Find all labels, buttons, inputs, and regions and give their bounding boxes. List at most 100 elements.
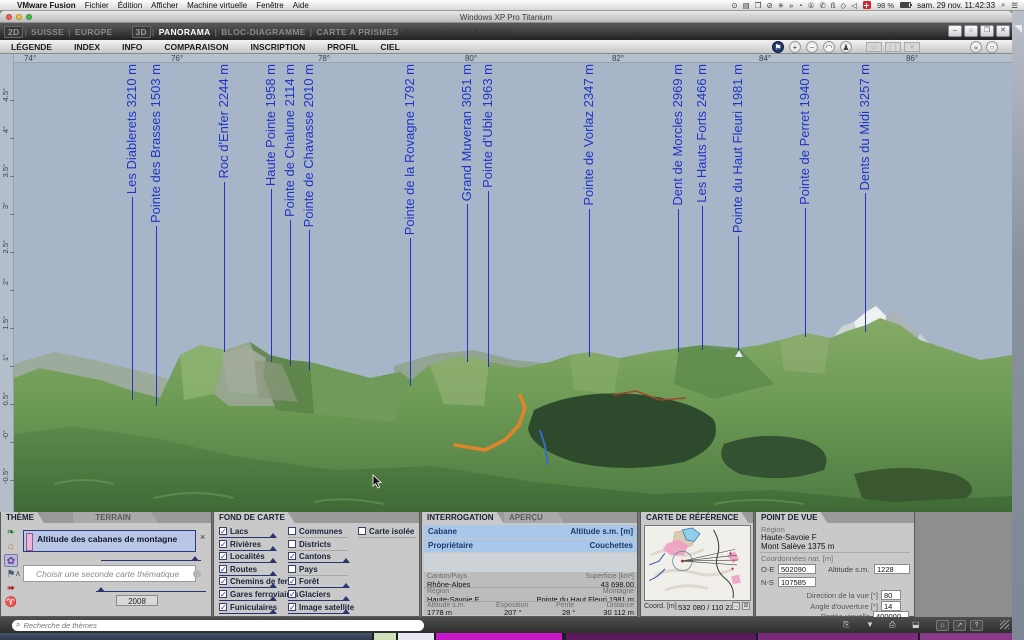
zoom-out-icon[interactable]: − (806, 41, 818, 53)
menu-item-aide[interactable]: Aide (293, 1, 309, 10)
peak-label[interactable]: Pointe de la Rovagne 1792 m (402, 64, 417, 235)
menu-comparaison[interactable]: COMPARAISON (153, 42, 239, 52)
theme-tourism-icon[interactable]: ✿ (4, 554, 18, 567)
dropdown-knob-icon[interactable] (193, 570, 201, 578)
mode-tab-carte-a-prismes[interactable]: CARTE A PRISMES (313, 27, 401, 37)
peak-label[interactable]: Pointe du Haut Fleuri 1981 m (730, 64, 745, 233)
thematic-map-dropdown[interactable]: Altitude des cabanes de montagne (23, 530, 196, 552)
layer-slider-thumb[interactable] (342, 596, 350, 601)
bluetooth-icon[interactable]: ß (831, 1, 836, 10)
layer-opacity-slider[interactable] (288, 550, 348, 551)
keyboard-icon[interactable]: ✳ (778, 1, 784, 10)
ns-field[interactable]: 107585 (778, 577, 816, 587)
checkbox-routes[interactable]: ✓ (219, 565, 227, 573)
layer-opacity-slider[interactable] (219, 537, 275, 538)
direction-field[interactable]: 80 (881, 590, 901, 600)
mode-tab-3d[interactable]: 3D (132, 26, 151, 38)
menu-item-machine-virtuelle[interactable]: Machine virtuelle (187, 1, 247, 10)
layer-slider-thumb[interactable] (269, 596, 277, 601)
time-machine-icon[interactable]: ⊙ (731, 1, 737, 10)
layer-slider-thumb[interactable] (269, 546, 277, 551)
search-input[interactable] (23, 621, 424, 630)
menu-inscription[interactable]: INSCRIPTION (239, 42, 316, 52)
layer-opacity-slider[interactable] (288, 587, 348, 588)
print-icon[interactable]: ⎙ (889, 620, 895, 630)
zoom-in-icon[interactable]: + (789, 41, 801, 53)
tab-theme[interactable]: THÈME (1, 512, 44, 523)
panorama-view[interactable]: 74°76°78°80°82°84°86° 4.5°4°3.5°3°2.5°2°… (0, 54, 1012, 512)
layer-slider-thumb[interactable] (269, 583, 277, 588)
layer-slider-thumb[interactable] (269, 533, 277, 538)
checkbox-carte-isolée[interactable] (358, 527, 366, 535)
input-language-flag-icon[interactable] (863, 1, 871, 9)
reference-minimap[interactable] (644, 525, 751, 601)
open-folder-icon[interactable]: ⎘ (843, 620, 849, 630)
pan-view-icon[interactable]: ◠ (823, 41, 835, 53)
checkbox-forêt[interactable]: ✓ (288, 577, 296, 585)
layer-opacity-slider[interactable] (288, 613, 348, 614)
menu-item-édition[interactable]: Édition (118, 1, 142, 10)
peak-label[interactable]: Les Hauts Forts 2466 m (694, 64, 709, 203)
oe-field[interactable]: 502090 (778, 564, 816, 574)
layer-slider-thumb[interactable] (342, 558, 350, 563)
menubar-clock[interactable]: sam. 29 nov. 11:42:33 (917, 1, 995, 10)
help-icon[interactable]: ? (970, 620, 983, 631)
link-icon[interactable]: ↗ (953, 620, 966, 631)
expand-map-icon[interactable]: ⊞ (742, 602, 750, 610)
theme-nature-icon[interactable]: ♈ (4, 596, 18, 609)
flag-tool-icon[interactable]: ⚑ (772, 41, 784, 53)
input-menu-icon[interactable]: ① (808, 1, 815, 10)
peak-label[interactable]: Pointe d'Uble 1963 m (480, 64, 495, 188)
layout-single-icon[interactable]: ▭ (866, 42, 882, 52)
layer-opacity-slider[interactable] (288, 575, 348, 576)
restore-button[interactable]: ○ (964, 25, 978, 37)
mode-tab-2d[interactable]: 2D (4, 26, 23, 38)
checkbox-chemins-de-fer[interactable]: ✓ (219, 577, 227, 585)
theme-maps-icon[interactable]: ❧ (4, 526, 18, 539)
layout-split-icon[interactable]: ❘❘ (885, 42, 901, 52)
layout-close-icon[interactable]: ✕ (904, 42, 920, 52)
query-header-row[interactable]: Cabane Altitude s.m. [m] (424, 525, 637, 538)
year-slider[interactable] (96, 591, 206, 592)
layer-slider-thumb[interactable] (269, 571, 277, 576)
layer-slider-thumb[interactable] (342, 609, 350, 614)
mode-tab-panorama[interactable]: PANORAMA (156, 27, 214, 37)
peak-label[interactable]: Pointe de Perret 1940 m (797, 64, 812, 205)
layer-slider-thumb[interactable] (269, 609, 277, 614)
tab-point-de-vue[interactable]: POINT DE VUE (756, 512, 827, 523)
checkbox-lacs[interactable]: ✓ (219, 527, 227, 535)
mode-tab-europe[interactable]: EUROPE (72, 27, 116, 37)
checkbox-localités[interactable]: ✓ (219, 552, 227, 560)
peak-label[interactable]: Haute Pointe 1958 m (263, 64, 278, 186)
checkbox-pays[interactable] (288, 565, 296, 573)
second-thematic-map-dropdown[interactable]: ∧ Choisir une seconde carte thématique (23, 565, 196, 582)
mode-tab-bloc-diagramme[interactable]: BLOC-DIAGRAMME (218, 27, 308, 37)
do-not-disturb-icon[interactable]: ⊘ (766, 1, 772, 10)
tab-apercu[interactable]: APERÇU (504, 512, 564, 523)
angle-field[interactable]: 14 (881, 601, 901, 611)
theme-buildings-icon[interactable]: ⌂ (4, 540, 18, 553)
theme-search-box[interactable]: ⌕ (12, 620, 424, 631)
menu-item-fenêtre[interactable]: Fenêtre (256, 1, 284, 10)
tab-fond-de-carte[interactable]: FOND DE CARTE (214, 512, 295, 523)
peak-label[interactable]: Dents du Midi 3257 m (857, 64, 872, 190)
tab-terrain[interactable]: TERRAIN (73, 512, 158, 523)
close-icon[interactable]: × (200, 532, 205, 542)
layer-opacity-slider[interactable] (219, 562, 275, 563)
menu-index[interactable]: INDEX (63, 42, 111, 52)
close-button[interactable]: ✕ (996, 25, 1010, 37)
menu-info[interactable]: INFO (111, 42, 153, 52)
fast-forward-icon[interactable]: » (789, 1, 793, 10)
mode-tab-suisse[interactable]: SUISSE (28, 27, 67, 37)
viewpoint-person-icon[interactable]: ♟ (840, 41, 852, 53)
checkbox-funiculaires[interactable]: ✓ (219, 603, 227, 611)
layer-opacity-slider[interactable] (288, 600, 348, 601)
expand-panel-icon[interactable]: ○ (986, 41, 998, 53)
peak-label[interactable]: Grand Muveran 3051 m (459, 64, 474, 201)
theme-transport-icon[interactable]: ➠ (4, 582, 18, 595)
checkbox-image-satellite[interactable]: ✓ (288, 603, 296, 611)
layer-opacity-slider[interactable] (288, 537, 348, 538)
checkbox-cantons[interactable]: ✓ (288, 552, 296, 560)
peak-label[interactable]: Pointe de Vorlaz 2347 m (581, 64, 596, 206)
year-field[interactable]: 2008 (116, 595, 158, 606)
